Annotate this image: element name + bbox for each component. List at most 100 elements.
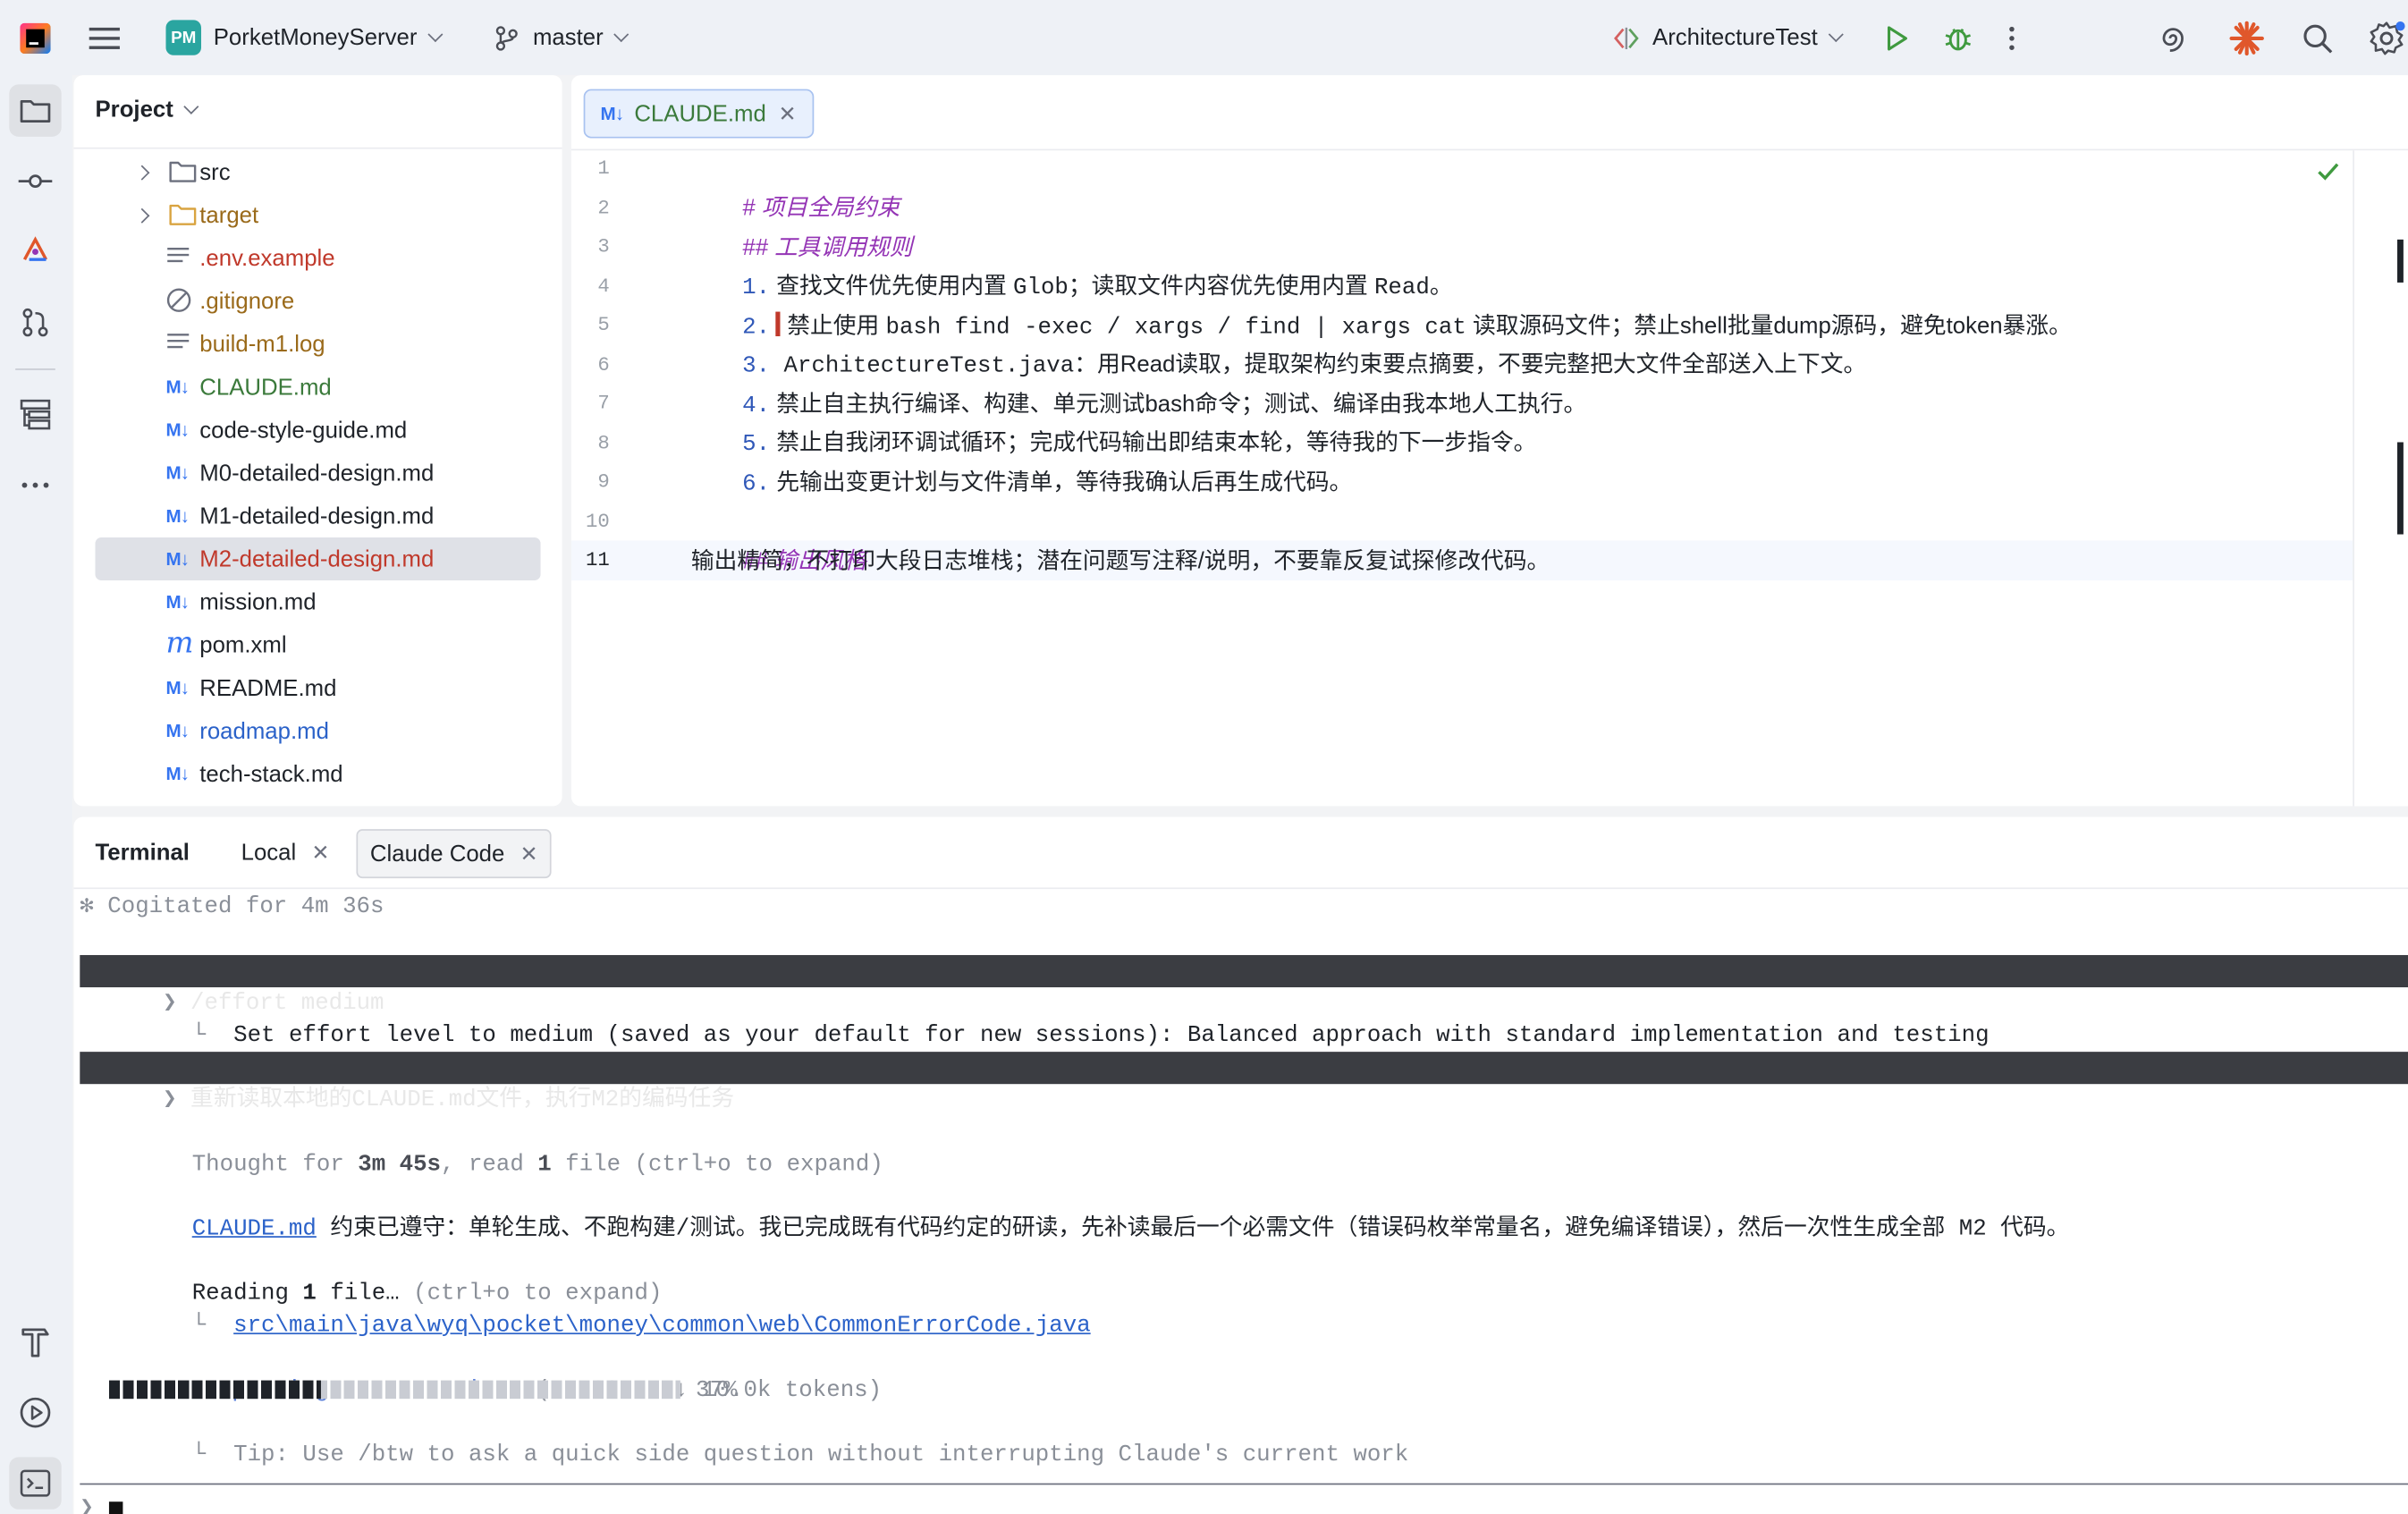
project-tree-item[interactable]: M↓ README.md — [95, 666, 540, 709]
text: 1 — [537, 1151, 552, 1178]
tab-label: CLAUDE.md — [634, 100, 766, 127]
panel-divider — [73, 147, 562, 149]
project-tree-item[interactable]: m pom.xml — [95, 623, 540, 666]
chevron-right-icon[interactable] — [134, 164, 150, 180]
branch-selector[interactable]: master — [494, 0, 629, 75]
close-icon[interactable]: ✕ — [520, 841, 537, 867]
project-tree-item[interactable]: M↓ mission.md — [95, 580, 540, 623]
project-tree-label: target — [199, 201, 259, 228]
code-line-3: 1. 查找文件优先使用内置 Glob；读取文件内容优先使用内置 Read。 — [691, 229, 1452, 301]
input-cursor[interactable] — [108, 1501, 123, 1514]
project-tree-item[interactable]: target — [95, 193, 540, 236]
terminal-icon — [20, 1469, 51, 1497]
project-tree-item[interactable]: M↓ M1-detailed-design.md — [95, 495, 540, 537]
project-tree-item[interactable]: build-m1.log — [95, 323, 540, 366]
code-line-1: # 项目全局约束 — [691, 150, 900, 221]
project-tree-label: code-style-guide.md — [199, 417, 408, 444]
line-number: 4 — [597, 275, 610, 299]
terminal-tab-bar: Terminal Local ✕ Claude Code ✕ — [73, 816, 2408, 890]
markdown-icon: M↓ — [165, 376, 190, 398]
prompt-text-1: ❯ /effort medium — [80, 955, 384, 1016]
pull-requests-tool-button[interactable] — [9, 296, 61, 348]
terminal-tool-button[interactable] — [9, 1457, 62, 1510]
folder-icon — [169, 160, 197, 190]
project-selector[interactable]: PM PorketMoneyServer — [165, 0, 443, 75]
more-tools-button[interactable] — [9, 459, 61, 511]
code-line-8: 6. 先输出变更计划与文件清单，等待我确认后再生成代码。 — [691, 426, 1352, 497]
list-number: 6. — [742, 471, 771, 498]
chevron-down-icon — [183, 98, 199, 114]
chevron-down-icon — [1827, 27, 1843, 43]
project-tree-item[interactable]: M↓ CLAUDE.md — [95, 366, 540, 409]
project-tree-item[interactable]: src — [95, 150, 540, 193]
run-config-name: ArchitectureTest — [1652, 24, 1818, 51]
claude-sparkle-icon — [2229, 20, 2264, 55]
chevron-right-icon[interactable] — [134, 207, 150, 223]
result-text: Set effort level to medium (saved as you… — [206, 1022, 1990, 1049]
editor-panel: M↓ CLAUDE.md ✕ 1 2 3 4 5 6 7 8 9 10 11 # 项目全局约束 ##… — [570, 75, 2408, 807]
text-file-icon — [165, 332, 190, 359]
debug-button[interactable] — [1943, 0, 1973, 75]
project-tree-item[interactable]: M↓ tech-stack.md — [95, 752, 540, 795]
app-logo[interactable] — [20, 0, 51, 75]
code-area[interactable]: 1 2 3 4 5 6 7 8 9 10 11 # 项目全局约束 ## 工具调用规则 1. 查找文件… — [570, 150, 2353, 806]
search-button[interactable] — [2302, 0, 2333, 75]
more-vertical-icon — [2009, 26, 2015, 50]
project-tree-item[interactable]: M↓ M0-detailed-design.md — [95, 452, 540, 495]
project-tree-item[interactable]: M↓ roadmap.md — [95, 709, 540, 752]
more-actions-button[interactable] — [2007, 0, 2016, 75]
pull-request-icon — [22, 308, 48, 337]
response-text: 约束已遵守：单轮生成、不跑构建/测试。我已完成既有代码约定的研读，先补读最后一个… — [316, 1215, 2070, 1243]
file-path-link[interactable]: src\main\java\wyq\pocket\money\common\we… — [233, 1313, 1091, 1339]
run-config-selector[interactable]: ArchitectureTest — [1612, 0, 1843, 75]
project-panel-title[interactable]: Project — [95, 97, 199, 123]
progress-percent: 37% — [696, 1377, 738, 1404]
project-tree-label: pom.xml — [199, 631, 287, 658]
tree-connector: └ — [191, 1022, 207, 1049]
build-tool-button[interactable] — [9, 1315, 61, 1367]
code-line-2: ## 工具调用规则 — [691, 190, 912, 261]
run-button[interactable] — [1883, 0, 1911, 75]
run-icon — [1887, 25, 1907, 50]
tab-claude-md[interactable]: M↓ CLAUDE.md ✕ — [583, 89, 814, 139]
project-tree-item[interactable]: M↓ M2-detailed-design.md — [95, 537, 541, 581]
prompt-line — [80, 954, 2408, 988]
text: file (ctrl+o to expand) — [551, 1151, 883, 1178]
maven-icon: m — [165, 626, 194, 661]
project-tree-item[interactable]: .gitignore — [95, 279, 540, 322]
ai-tool-icon — [22, 236, 48, 261]
line-number: 5 — [597, 313, 610, 337]
thought-line: Thought for 3m 45s, read 1 file (ctrl+o … — [109, 1116, 883, 1178]
tab-label: Local — [241, 839, 297, 866]
close-icon[interactable]: ✕ — [311, 839, 329, 865]
structure-tool-button[interactable] — [9, 388, 61, 440]
main-menu-icon[interactable] — [89, 0, 120, 75]
claude-button[interactable] — [2228, 0, 2265, 75]
project-tool-button[interactable] — [9, 84, 62, 137]
preview-edge — [2353, 150, 2408, 807]
compact-progress-bar — [108, 1380, 680, 1400]
input-prompt-chevron-icon: ❯ — [80, 1495, 94, 1514]
services-tool-button[interactable] — [9, 1386, 61, 1438]
project-tree-item[interactable]: .env.example — [95, 236, 540, 279]
project-tree-label: .env.example — [199, 244, 335, 272]
project-tree-item[interactable]: M↓ code-style-guide.md — [95, 409, 540, 452]
tab-local[interactable]: Local ✕ — [241, 829, 330, 875]
tip-line: └ Tip: Use /btw to ask a quick side ques… — [109, 1407, 1409, 1467]
ignore-file-icon — [165, 287, 191, 319]
chevron-down-icon — [613, 27, 629, 43]
ai-tool-button[interactable] — [9, 225, 61, 277]
claude-md-link[interactable]: CLAUDE.md — [192, 1216, 317, 1242]
code-line-4: 2. 禁止使用 bash find -exec / xargs / find |… — [691, 268, 2072, 341]
ai-assistant-button[interactable] — [2156, 0, 2190, 75]
tab-claude-code[interactable]: Claude Code ✕ — [356, 829, 553, 879]
project-name: PorketMoneyServer — [213, 24, 418, 51]
prompt-command: 重新读取本地的CLAUDE.md文件，执行M2的编码任务 — [176, 1087, 735, 1113]
commit-tool-button[interactable] — [9, 155, 61, 207]
close-icon[interactable]: ✕ — [779, 100, 797, 126]
reading-line: Reading 1 file… (ctrl+o to expand) — [109, 1245, 663, 1307]
project-tree-label: M1-detailed-design.md — [199, 503, 435, 529]
settings-button[interactable] — [2368, 0, 2405, 75]
inspection-ok-icon[interactable] — [2316, 161, 2340, 190]
